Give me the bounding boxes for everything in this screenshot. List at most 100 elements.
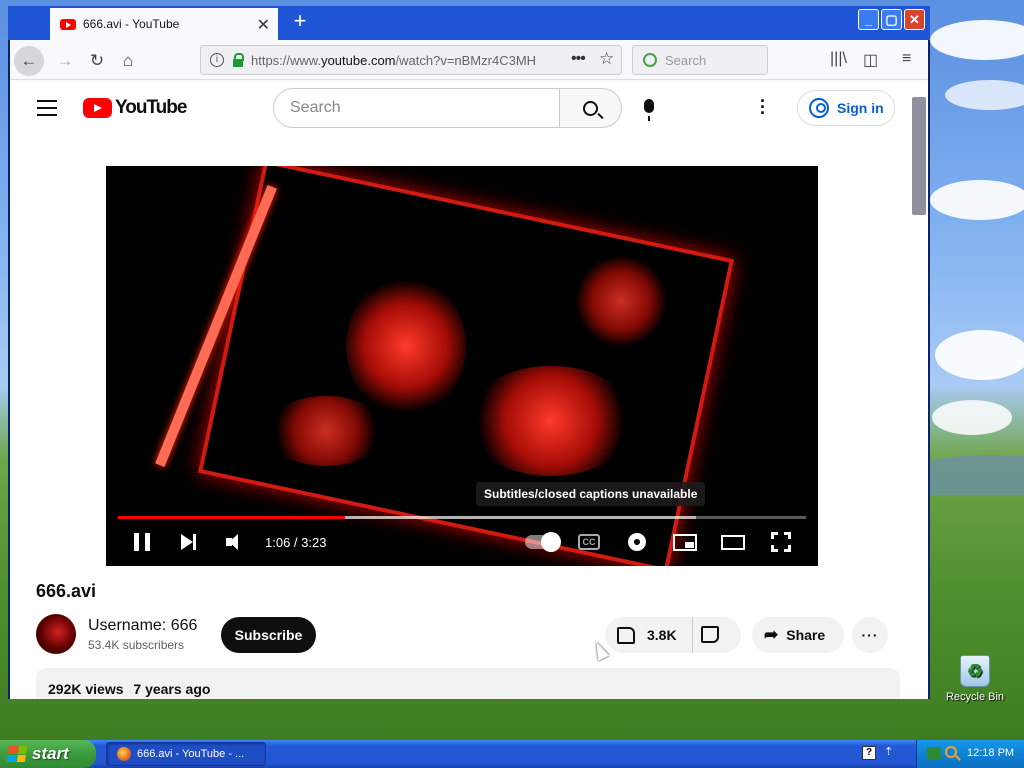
page-scrollbar[interactable] <box>912 97 926 215</box>
captions-tooltip: Subtitles/closed captions unavailable <box>476 482 706 506</box>
volume-icon <box>226 533 246 551</box>
search-placeholder: Search <box>290 99 341 116</box>
network-icon[interactable] <box>927 747 941 760</box>
guide-menu-icon[interactable] <box>37 100 57 116</box>
like-count: 3.8K <box>647 627 677 643</box>
page-actions-icon[interactable]: ••• <box>571 50 586 68</box>
like-dislike-group: 3.8K <box>605 617 741 653</box>
url-prefix: https://www. <box>251 52 322 68</box>
microphone-icon[interactable] <box>644 99 654 121</box>
minimize-button[interactable]: _ <box>858 9 879 30</box>
dislike-button[interactable] <box>701 626 719 643</box>
video-player[interactable]: Subtitles/closed captions unavailable 1:… <box>106 166 818 566</box>
like-button[interactable]: 3.8K <box>605 617 693 653</box>
search-icon <box>583 100 598 116</box>
search-engine-icon <box>643 53 657 67</box>
sign-in-label: Sign in <box>837 100 884 116</box>
reload-button[interactable]: ↻ <box>82 46 112 76</box>
subscribe-button[interactable]: Subscribe <box>221 617 316 653</box>
upload-age: 7 years ago <box>133 681 211 697</box>
cloud <box>935 330 1024 380</box>
help-icon[interactable]: ? <box>862 746 876 760</box>
maximize-button[interactable]: ▢ <box>881 9 902 30</box>
firefox-icon <box>117 747 131 761</box>
share-label: Share <box>786 627 826 643</box>
channel-name[interactable]: Username: 666 <box>88 617 197 635</box>
theater-icon <box>721 534 745 550</box>
cloud <box>945 80 1024 110</box>
close-window-button[interactable]: ✕ <box>904 9 925 30</box>
url-path: /watch?v=nBMzr4C3MH <box>395 52 537 68</box>
mute-button[interactable] <box>224 530 248 554</box>
subtitles-button[interactable]: CC <box>576 530 602 554</box>
progress-bar[interactable] <box>118 516 806 519</box>
start-label: start <box>32 744 69 763</box>
youtube-play-logo-icon <box>83 98 112 118</box>
autoplay-toggle[interactable] <box>522 530 562 554</box>
gear-icon <box>628 533 646 551</box>
cloud <box>930 20 1024 60</box>
search-tray-icon[interactable] <box>945 746 957 758</box>
share-arrow-icon: ➦ <box>764 625 779 644</box>
show-hidden-icons-icon[interactable]: ⇡ <box>884 745 893 758</box>
search-button[interactable] <box>559 88 622 128</box>
account-icon <box>809 98 829 118</box>
channel-avatar[interactable] <box>36 614 76 654</box>
pause-icon <box>134 533 150 551</box>
url-domain: youtube.com <box>321 52 396 68</box>
cloud <box>932 400 1012 435</box>
youtube-header: YouTube Search · · · Sign in <box>10 81 910 137</box>
youtube-logo-text: YouTube <box>115 97 187 118</box>
fullscreen-button[interactable] <box>769 530 793 554</box>
sidebar-icon[interactable]: ◫ <box>863 50 878 70</box>
taskbar-window-label: 666.avi - YouTube - ... <box>137 748 245 760</box>
view-count: 292K views <box>48 681 124 697</box>
subscriber-count: 53.4K subscribers <box>88 638 185 652</box>
forward-button[interactable]: → <box>50 46 80 76</box>
title-bar[interactable]: 666.avi - YouTube ✕ + _ ▢ ✕ <box>8 6 930 40</box>
next-button[interactable] <box>176 530 200 554</box>
video-title: 666.avi <box>36 581 97 601</box>
pause-button[interactable] <box>130 530 154 554</box>
library-icon[interactable]: |||\ <box>830 50 847 68</box>
autoplay-toggle-icon <box>525 532 561 552</box>
browser-search-input[interactable]: Search <box>632 45 768 75</box>
tab-youtube[interactable]: 666.avi - YouTube ✕ <box>50 8 278 40</box>
recycle-bin[interactable]: ♻ Recycle Bin <box>940 655 1010 703</box>
url-text: https://www.youtube.com/watch?v=nBMzr4C3… <box>251 53 536 68</box>
tab-close-icon[interactable]: ✕ <box>257 15 270 35</box>
played-bar <box>118 516 346 519</box>
fullscreen-icon <box>771 532 791 552</box>
cloud <box>930 180 1024 220</box>
youtube-logo[interactable]: YouTube <box>83 97 187 119</box>
search-input[interactable]: Search <box>273 88 560 128</box>
address-bar[interactable]: i https://www.youtube.com/watch?v=nBMzr4… <box>200 45 622 75</box>
browser-window: 666.avi - YouTube ✕ + _ ▢ ✕ ← → ↻ ⌂ i ht… <box>8 6 930 699</box>
site-info-icon[interactable]: i <box>210 53 224 67</box>
system-tray: 12:18 PM <box>916 740 1024 768</box>
settings-more-icon[interactable]: · · · <box>758 92 768 122</box>
home-button[interactable]: ⌂ <box>113 46 143 76</box>
start-button[interactable]: start <box>0 740 96 768</box>
menu-icon[interactable]: ≡ <box>902 50 911 68</box>
miniplayer-button[interactable] <box>672 530 698 554</box>
theater-mode-button[interactable] <box>720 530 746 554</box>
share-button[interactable]: ➦ Share <box>752 617 844 653</box>
new-tab-button[interactable]: + <box>288 10 312 34</box>
taskbar: start 666.avi - YouTube - ... ? ⇡ 12:18 … <box>0 740 1024 768</box>
taskbar-window-button[interactable]: 666.avi - YouTube - ... <box>106 742 266 766</box>
back-button[interactable]: ← <box>14 46 44 76</box>
youtube-page: YouTube Search · · · Sign in Subtitles/cl <box>10 81 928 699</box>
sign-in-button[interactable]: Sign in <box>797 90 895 126</box>
cc-icon: CC <box>578 534 600 550</box>
lock-icon <box>233 52 244 67</box>
settings-button[interactable] <box>625 530 649 554</box>
miniplayer-icon <box>673 533 697 551</box>
recycle-bin-icon: ♻ <box>960 655 990 687</box>
tab-title: 666.avi - YouTube <box>83 17 180 31</box>
recycle-bin-label: Recycle Bin <box>945 691 1005 703</box>
browser-search-placeholder: Search <box>665 52 707 68</box>
bookmark-star-icon[interactable]: ☆ <box>599 49 614 69</box>
description-box[interactable]: 292K views 7 years ago <box>36 668 900 699</box>
more-actions-button[interactable]: ··· <box>852 617 888 653</box>
